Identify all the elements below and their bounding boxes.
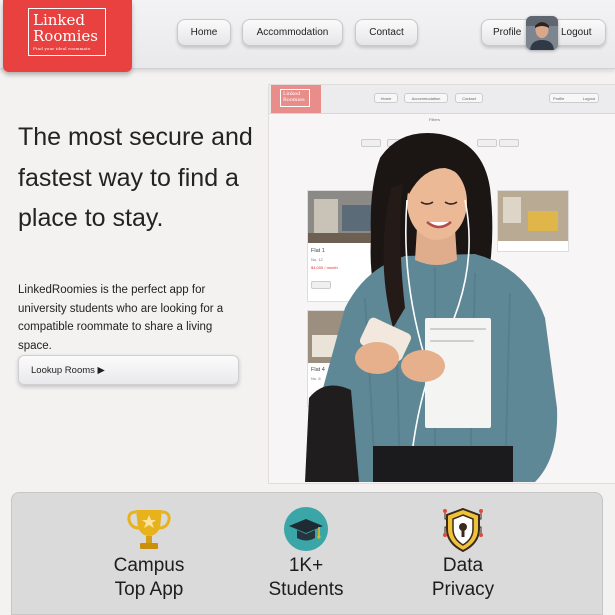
avatar[interactable] [526,16,558,50]
feature-line2: Top App [114,579,184,600]
preview-logout: Logout [582,95,595,101]
preview-profile: Profile [553,95,565,101]
data-privacy-icon [443,507,483,553]
preview-logo-frame: Linked Roomies [280,89,310,107]
avatar-person-icon [526,16,558,50]
feature-line2: Privacy [431,579,495,600]
preview-logo-line2: Roomies [283,97,305,103]
hero-description: LinkedRoomies is the perfect app for uni… [18,284,224,352]
preview-nav-contact: Contact [455,93,483,103]
logo-tagline: Find your ideal roommate [33,46,91,51]
lookup-rooms-button[interactable]: Lookup Rooms ▶ [18,355,239,385]
preview-logo: Linked Roomies [271,85,321,113]
feature-campus-top-app: Campus Top App [79,554,219,602]
feature-line1: 1K+ [288,555,324,576]
logo[interactable]: Linked Roomies Find your ideal roommate [3,0,132,72]
feature-line1: Data [442,555,484,576]
hero-title: The most secure and fastest way to find … [18,123,253,232]
nav-home-button[interactable]: Home [177,19,231,46]
preview-nav-home: Home [374,93,398,103]
hero-student-photo [305,133,558,482]
nav-contact-button[interactable]: Contact [355,19,418,46]
feature-line1: Campus [113,555,185,576]
feature-students: 1K+ Students [236,554,376,602]
preview-filter-title: Filters [429,117,440,122]
profile-button[interactable]: Profile [493,27,521,38]
preview-nav-accommodation: Accommodation [404,93,448,103]
logout-button[interactable]: Logout [561,27,592,38]
preview-profile-group: Profile Logout [549,93,599,103]
feature-data-privacy: Data Privacy [393,554,533,602]
graduation-cap-icon [284,507,328,551]
feature-line2: Students [268,579,344,600]
logo-frame: Linked Roomies Find your ideal roommate [28,8,106,56]
logo-text-line2: Roomies [33,27,98,45]
logo-text-line1: Linked [33,11,85,29]
nav-accommodation-button[interactable]: Accommodation [242,19,343,46]
trophy-icon [127,510,171,549]
